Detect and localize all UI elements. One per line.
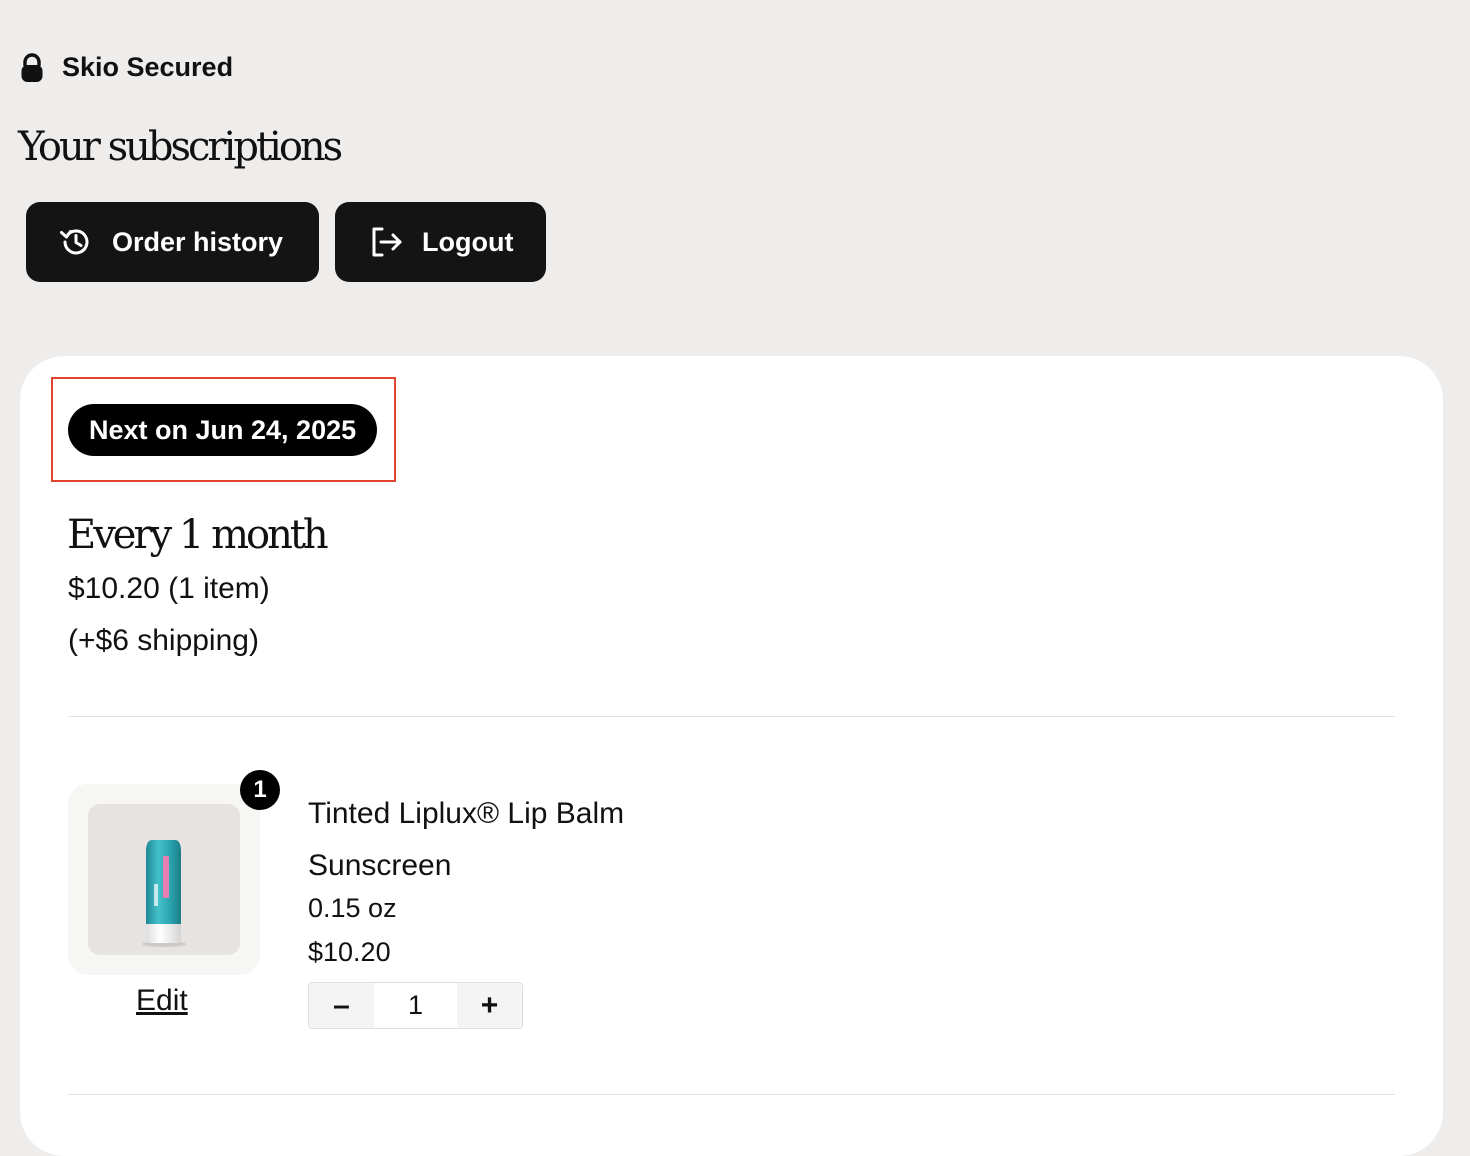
decrement-button[interactable]: – [309, 983, 374, 1028]
quantity-value[interactable]: 1 [374, 983, 457, 1028]
edit-link[interactable]: Edit [136, 984, 188, 1018]
order-history-label: Order history [112, 226, 284, 257]
history-icon [60, 229, 89, 255]
product-price: $10.20 [308, 937, 391, 967]
subscription-card: Next on Jun 24, 2025 Every 1 month $10.2… [20, 356, 1443, 1156]
page-title: Your subscriptions [18, 124, 343, 170]
product-thumbnail[interactable] [68, 784, 260, 975]
logout-button[interactable]: Logout [335, 202, 546, 282]
secured-badge: Skio Secured [20, 52, 233, 83]
order-history-button[interactable]: Order history [26, 202, 319, 282]
divider [68, 1094, 1395, 1095]
product-image [88, 804, 240, 955]
next-order-badge: Next on Jun 24, 2025 [68, 404, 378, 456]
increment-button[interactable]: + [457, 983, 522, 1028]
quantity-badge: 1 [240, 770, 280, 810]
subscription-shipping: (+$6 shipping) [68, 624, 259, 657]
subscription-frequency: Every 1 month [67, 512, 329, 558]
lock-icon [21, 52, 43, 82]
logout-icon [372, 227, 402, 257]
quantity-stepper: – 1 + [308, 982, 523, 1029]
product-name: Tinted Liplux® Lip Balm Sunscreen [308, 797, 625, 882]
secured-label: Skio Secured [62, 52, 234, 82]
logout-label: Logout [422, 226, 514, 257]
subscription-price-summary: $10.20 (1 item) [68, 572, 270, 605]
product-size: 0.15 oz [308, 893, 397, 923]
divider [68, 716, 1395, 717]
